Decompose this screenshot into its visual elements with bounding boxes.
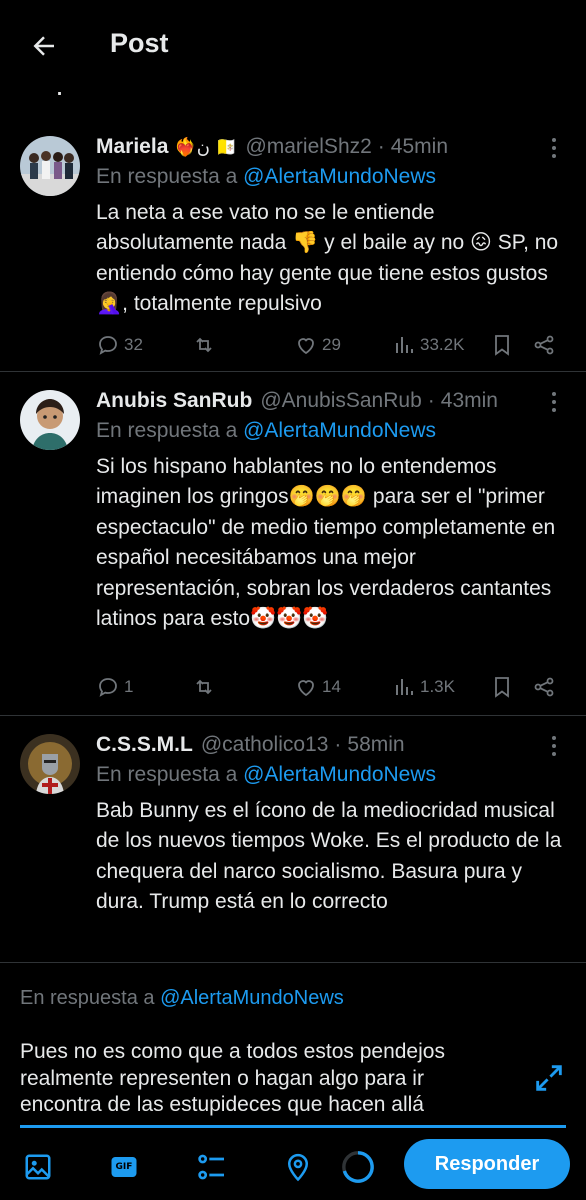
replying-prefix: En respuesta a <box>96 419 238 442</box>
tweet-text: La neta a ese vato no se le entiende abs… <box>96 201 559 316</box>
more-icon-dot <box>552 752 556 756</box>
views-icon <box>396 337 413 353</box>
author-name[interactable]: Anubis SanRub <box>96 389 252 413</box>
more-icon <box>552 392 556 396</box>
views-icon <box>396 679 413 695</box>
replying-prefix: En respuesta a <box>96 763 238 786</box>
poll-icon <box>198 1154 224 1180</box>
reply-tweet[interactable]: Anubis SanRub @AnubisSanRub · 43min En r… <box>0 372 586 716</box>
views-count: 1.3K <box>420 677 455 696</box>
action-bar: 32 29 33.2K <box>96 328 566 362</box>
avatar[interactable] <box>20 734 80 794</box>
poll-button[interactable] <box>194 1149 230 1185</box>
progress-ring-icon <box>342 1151 374 1183</box>
tweet-text: Bab Bunny es el ícono de la mediocridad … <box>96 799 562 914</box>
reply-text-input[interactable]: Pues no es como que a todos estos pendej… <box>20 1039 510 1119</box>
character-counter <box>340 1149 376 1185</box>
reply-icon <box>99 678 117 697</box>
location-button[interactable] <box>280 1149 316 1185</box>
reply-count: 32 <box>124 335 143 354</box>
more-icon-dot <box>552 146 556 150</box>
action-bar: 1 14 1.3K <box>96 670 566 704</box>
like-count: 14 <box>322 677 341 696</box>
share-icon <box>534 677 554 697</box>
more-options-button[interactable] <box>542 390 566 414</box>
author-name[interactable]: Mariela <box>96 135 168 159</box>
reply-icon <box>99 336 117 355</box>
like-button[interactable]: 29 <box>294 333 341 357</box>
timestamp[interactable]: 43min <box>441 389 498 413</box>
retweet-icon <box>196 679 212 695</box>
reply-tweet[interactable]: Mariela ❤️‍🔥ن 🇻🇦 @marielShz2 · 45min En … <box>0 118 586 372</box>
views-button[interactable]: 1.3K <box>392 675 455 699</box>
back-button[interactable] <box>22 24 66 68</box>
timestamp[interactable]: 45min <box>391 135 448 159</box>
more-options-button[interactable] <box>542 136 566 160</box>
input-underline <box>20 1125 566 1128</box>
like-count: 29 <box>322 335 341 354</box>
reply-count: 1 <box>124 677 134 696</box>
replying-to-line: En respuesta a @AlertaMundoNews <box>96 165 566 195</box>
top-bar: Post <box>0 0 586 92</box>
page-title: Post <box>110 28 169 58</box>
reply-button[interactable]: 1 <box>96 675 133 699</box>
reply-tweet[interactable]: C.S.S.M.L @catholico13 · 58min En respue… <box>0 716 586 976</box>
reply-button[interactable]: 32 <box>96 333 143 357</box>
reply-composer: En respuesta a @AlertaMundoNews Pues no … <box>0 962 586 1200</box>
replying-prefix: En respuesta a <box>20 987 155 1009</box>
composer-replying-to: En respuesta a @AlertaMundoNews <box>20 987 344 1010</box>
avatar[interactable] <box>20 136 80 196</box>
views-button[interactable]: 33.2K <box>392 333 464 357</box>
author-handle[interactable]: @marielShz2 <box>245 135 371 159</box>
gif-button[interactable]: GIF <box>106 1149 142 1185</box>
views-count: 33.2K <box>420 335 465 354</box>
share-icon <box>534 335 554 355</box>
avatar[interactable] <box>20 390 80 450</box>
like-button[interactable]: 14 <box>294 675 341 699</box>
like-icon <box>298 338 314 355</box>
bookmark-button[interactable] <box>490 675 514 699</box>
mention-link[interactable]: @AlertaMundoNews <box>243 763 436 786</box>
author-handle[interactable]: @catholico13 <box>201 733 329 757</box>
more-icon <box>552 736 556 740</box>
bookmark-button[interactable] <box>490 333 514 357</box>
retweet-button[interactable] <box>192 333 216 357</box>
expand-button[interactable] <box>532 1061 566 1095</box>
replying-to-line: En respuesta a @AlertaMundoNews <box>96 419 566 449</box>
bookmark-icon <box>495 677 509 698</box>
like-icon <box>298 680 314 697</box>
expand-icon <box>536 1065 562 1091</box>
author-handle[interactable]: @AnubisSanRub <box>260 389 421 413</box>
more-icon-dot <box>552 400 556 404</box>
back-arrow-icon <box>33 36 54 56</box>
more-icon-dot <box>552 744 556 748</box>
reply-submit-button[interactable]: Responder <box>404 1139 570 1189</box>
location-icon <box>287 1153 309 1182</box>
separator-dot: · <box>334 733 342 756</box>
timestamp[interactable]: 58min <box>347 733 404 757</box>
tweet-text: Si los hispano hablantes no lo entendemo… <box>96 455 556 631</box>
replying-to-line: En respuesta a @AlertaMundoNews <box>96 763 566 793</box>
image-icon <box>25 1154 51 1180</box>
bookmark-icon <box>495 335 509 356</box>
gif-label: GIF <box>115 1162 133 1172</box>
share-button[interactable] <box>532 333 556 357</box>
separator-dot: · <box>377 135 385 158</box>
image-button[interactable] <box>20 1149 56 1185</box>
separator-dot: · <box>427 389 435 412</box>
mention-link[interactable]: @AlertaMundoNews <box>243 165 436 188</box>
share-button[interactable] <box>532 675 556 699</box>
retweet-button[interactable] <box>192 675 216 699</box>
author-badge: ❤️‍🔥ن 🇻🇦 <box>174 136 238 157</box>
mention-link[interactable]: @AlertaMundoNews <box>243 419 436 442</box>
more-icon <box>552 138 556 142</box>
retweet-icon <box>196 337 212 353</box>
replying-prefix: En respuesta a <box>96 165 238 188</box>
more-icon-dot <box>552 408 556 412</box>
more-icon-dot <box>552 154 556 158</box>
mention-link[interactable]: @AlertaMundoNews <box>160 987 344 1009</box>
more-options-button[interactable] <box>542 734 566 758</box>
author-name[interactable]: C.S.S.M.L <box>96 733 193 757</box>
